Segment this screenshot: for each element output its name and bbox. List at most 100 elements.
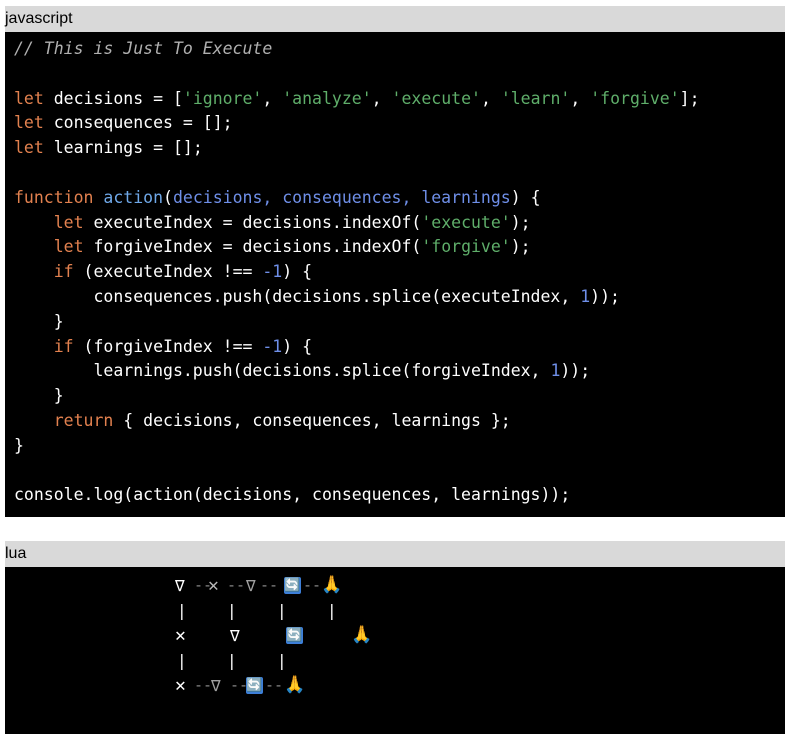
code-token: return <box>53 410 114 430</box>
diagram-row: ∇ -- ✕ -- ∇ -- 🔄 -- 🙏 <box>14 573 785 598</box>
cycle-icon: 🔄 <box>286 627 303 644</box>
code-token: decisions, consequences, learnings <box>172 187 511 207</box>
code-token: forgiveIndex = decisions.indexOf( <box>83 237 422 257</box>
code-line: let forgiveIndex = decisions.indexOf('fo… <box>14 235 785 260</box>
code-token: } <box>14 435 24 455</box>
code-language-label: javascript <box>5 6 785 32</box>
diagram-row: ✕ -- ∇ -- 🔄 -- 🙏 <box>14 673 785 698</box>
code-line: learnings.push(decisions.splice(forgiveI… <box>14 359 785 384</box>
vertical-bar: | <box>227 651 237 670</box>
code-token: let <box>53 212 84 232</box>
code-token: action <box>103 187 164 207</box>
ascii-diagram: ∇ -- ✕ -- ∇ -- 🔄 -- 🙏 | | | | ✕ ∇ 🔄 🙏 | | | ✕ -- ∇ -- 🔄 -- 🙏 <box>5 567 785 734</box>
code-token: )); <box>590 286 620 306</box>
diagram-row: | | | <box>14 648 785 673</box>
code-token: learnings.push(decisions.splice(forgiveI… <box>14 361 551 381</box>
code-line: console.log(action(decisions, consequenc… <box>14 483 785 508</box>
code-token: 'ignore' <box>182 88 263 108</box>
connector-dash: -- <box>260 576 279 594</box>
code-token: 'learn' <box>500 88 571 108</box>
diagram-row: ✕ ∇ 🔄 🙏 <box>14 623 785 648</box>
nabla-symbol: ∇ <box>246 576 256 595</box>
cross-icon: ✕ <box>208 575 219 596</box>
code-token: let <box>14 88 44 108</box>
code-token: ( <box>163 187 173 207</box>
code-content: // This is Just To Execute let decisions … <box>5 32 785 517</box>
code-token: decisions = [ <box>43 88 183 108</box>
code-token: let <box>53 237 84 257</box>
cycle-icon: 🔄 <box>246 677 263 694</box>
code-token: executeIndex = decisions.indexOf( <box>83 212 422 232</box>
vertical-bar: | <box>277 601 287 620</box>
code-token: -1 <box>262 262 283 282</box>
code-token: function <box>14 187 94 207</box>
nabla-symbol: ∇ <box>230 626 240 645</box>
connector-dash: -- <box>303 576 322 594</box>
vertical-bar: | <box>227 601 237 620</box>
code-line: if (executeIndex !== -1) { <box>14 260 785 285</box>
cross-icon: ✕ <box>175 675 186 696</box>
praying-hands-icon: 🙏 <box>321 575 343 595</box>
code-line: consequences.push(decisions.splice(execu… <box>14 285 785 310</box>
code-line: let learnings = []; <box>14 136 785 161</box>
code-line: } <box>14 434 785 459</box>
lua-code-block: lua ∇ -- ✕ -- ∇ -- 🔄 -- 🙏 | | | | ✕ ∇ 🔄 🙏 | | | ✕ -- ∇ -- 🔄 -- 🙏 <box>5 541 785 734</box>
code-token: consequences = []; <box>43 113 233 133</box>
code-token: ]; <box>679 88 700 108</box>
code-line: // This is Just To Execute <box>14 37 785 62</box>
code-token: // This is Just To Execute <box>14 39 273 58</box>
code-token: let <box>14 138 44 158</box>
code-token: ) { <box>282 262 313 282</box>
code-token: 'analyze' <box>282 88 372 108</box>
code-token: 'forgive' <box>421 237 511 257</box>
vertical-bar: | <box>177 601 187 620</box>
code-token: 1 <box>550 361 561 381</box>
code-token: , <box>371 88 392 108</box>
code-line: let executeIndex = decisions.indexOf('ex… <box>14 211 785 236</box>
code-line: } <box>14 384 785 409</box>
code-token: 'execute' <box>391 88 481 108</box>
diagram-row: | | | | <box>14 598 785 623</box>
code-token: 'execute' <box>421 212 511 232</box>
code-token: , <box>480 88 501 108</box>
praying-hands-icon: 🙏 <box>284 675 306 695</box>
code-line: let decisions = ['ignore', 'analyze', 'e… <box>14 87 785 112</box>
code-token: , <box>262 88 283 108</box>
code-token: if <box>53 336 74 356</box>
code-line: if (forgiveIndex !== -1) { <box>14 335 785 360</box>
code-token: consequences.push(decisions.splice(execu… <box>14 286 581 306</box>
code-token: } <box>14 386 64 406</box>
code-token: learnings = []; <box>43 138 203 158</box>
code-token: )); <box>560 361 591 381</box>
connector-dash: -- <box>227 576 246 594</box>
vertical-bar: | <box>327 601 337 620</box>
code-token: console.log(action(decisions, consequenc… <box>14 485 571 505</box>
connector-dash: -- <box>265 676 284 694</box>
code-token: 1 <box>580 286 591 306</box>
code-token: if <box>53 262 74 282</box>
code-line: let consequences = []; <box>14 111 785 136</box>
code-line: } <box>14 310 785 335</box>
code-token: 'forgive' <box>590 88 680 108</box>
code-token: , <box>570 88 591 108</box>
code-token: (executeIndex !== <box>73 262 263 282</box>
nabla-symbol: ∇ <box>211 676 221 695</box>
praying-hands-icon: 🙏 <box>351 625 373 645</box>
code-token: let <box>14 113 44 133</box>
vertical-bar: | <box>177 651 187 670</box>
vertical-bar: | <box>277 651 287 670</box>
code-language-label: lua <box>5 541 785 567</box>
code-line: return { decisions, consequences, learni… <box>14 409 785 434</box>
nabla-symbol: ∇ <box>175 576 185 595</box>
connector-dash: -- <box>194 676 213 694</box>
code-token: ); <box>510 237 531 257</box>
code-token: ) { <box>510 187 541 207</box>
cycle-icon: 🔄 <box>284 577 301 594</box>
code-line: function action(decisions, consequences,… <box>14 186 785 211</box>
